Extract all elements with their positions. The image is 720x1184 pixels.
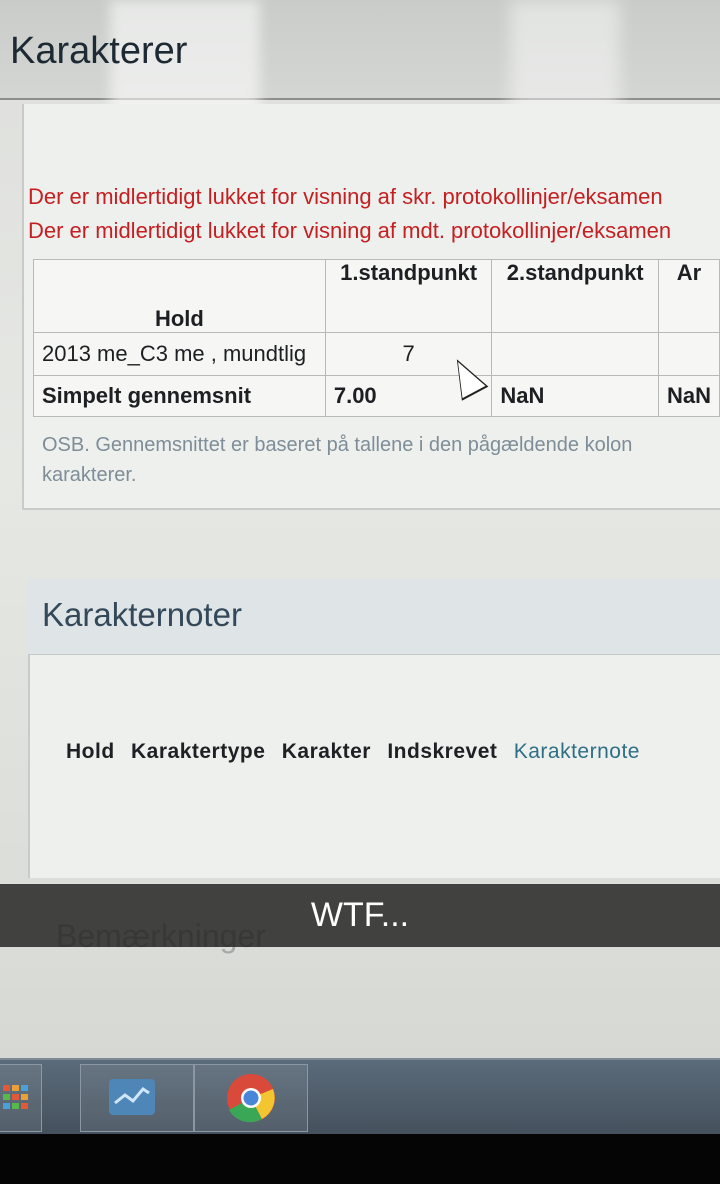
taskbar-app-icon[interactable] <box>80 1064 194 1132</box>
cell-hold: 2013 me_C3 me , mundtlig <box>33 332 326 376</box>
cell-average: NaN <box>491 375 659 417</box>
page-title: Karakterer <box>10 30 188 72</box>
screen-bezel <box>0 1134 720 1184</box>
chrome-icon[interactable] <box>194 1064 308 1132</box>
warning-message: Der er midlertidigt lukket for visning a… <box>28 184 663 209</box>
column-header-hold[interactable]: Hold <box>66 740 115 763</box>
table-row-average: Simpelt gennemsnit 7.00 NaN NaN <box>33 375 720 417</box>
table-header-row: Hold 1.standpunkt 2.standpunkt Ar <box>33 259 720 333</box>
table-row: 2013 me_C3 me , mundtlig 7 <box>33 332 720 376</box>
start-grid-icon[interactable] <box>0 1064 42 1132</box>
column-header-karakter[interactable]: Karakter <box>282 740 371 763</box>
column-header-standpunkt-1[interactable]: 1.standpunkt <box>324 259 493 333</box>
grades-table: Hold 1.standpunkt 2.standpunkt Ar 2013 m… <box>33 259 720 417</box>
column-header-standpunkt-2[interactable]: 2.standpunkt <box>491 259 659 333</box>
cell-grade <box>491 332 659 376</box>
snap-caption: WTF... <box>310 896 410 934</box>
cell-grade <box>657 332 720 376</box>
column-header-ar[interactable]: Ar <box>657 259 720 333</box>
average-note: OSB. Gennemsnittet er baseret på tallene… <box>42 434 633 486</box>
column-header-indskrevet[interactable]: Indskrevet <box>387 740 497 763</box>
karakternoter-title: Karakternoter <box>42 596 242 633</box>
column-header-karaktertype[interactable]: Karaktertype <box>131 740 265 763</box>
cell-average: NaN <box>657 375 720 417</box>
warning-message: Der er midlertidigt lukket for visning a… <box>28 218 672 243</box>
cell-average-label: Simpelt gennemsnit <box>33 375 326 417</box>
column-header-hold[interactable]: Hold <box>33 259 326 333</box>
column-header-karakternote[interactable]: Karakternote <box>514 740 640 763</box>
karakternoter-columns: Hold Karaktertype Karakter Indskrevet Ka… <box>66 740 650 764</box>
